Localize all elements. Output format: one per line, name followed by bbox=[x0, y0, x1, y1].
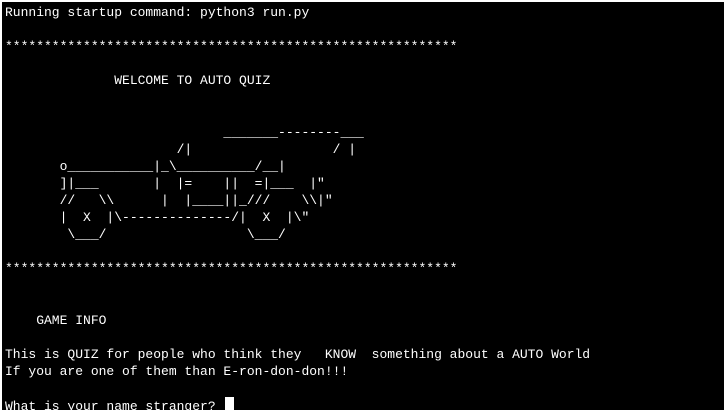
terminal-output: Running startup command: python3 run.py *… bbox=[2, 2, 724, 410]
terminal-line-info-1: This is QUIZ for people who think they K… bbox=[5, 346, 591, 362]
ascii-car-line: \___/ \___/ bbox=[5, 227, 286, 243]
ascii-car-line: /| / | bbox=[5, 141, 357, 157]
terminal-line-welcome: WELCOME TO AUTO QUIZ bbox=[5, 73, 271, 89]
terminal-edge bbox=[721, 2, 724, 410]
terminal-line-startup: Running startup command: python3 run.py bbox=[5, 5, 310, 20]
ascii-car-line: ]|___ | |= || =|___ |" bbox=[5, 175, 325, 191]
ascii-car-line: // \\ | |____||_/// \\|" bbox=[5, 193, 333, 209]
text-cursor bbox=[225, 397, 235, 410]
terminal-line-divider: ****************************************… bbox=[5, 261, 458, 277]
ascii-car-line: o___________|_\__________/__| bbox=[5, 158, 286, 174]
terminal-line-info-2: If you are one of them than E-ron-don-do… bbox=[5, 363, 349, 379]
terminal-line-game-info: GAME INFO bbox=[5, 312, 107, 328]
terminal-line-divider: ****************************************… bbox=[5, 39, 458, 55]
ascii-car-line: | X |\--------------/| X |\" bbox=[5, 210, 310, 226]
ascii-car-line: _______--------___ bbox=[5, 124, 364, 140]
terminal-window[interactable]: Running startup command: python3 run.py *… bbox=[2, 2, 724, 410]
terminal-prompt: What is your name stranger? bbox=[5, 399, 224, 410]
terminal-prompt-line[interactable]: What is your name stranger? bbox=[5, 397, 724, 410]
